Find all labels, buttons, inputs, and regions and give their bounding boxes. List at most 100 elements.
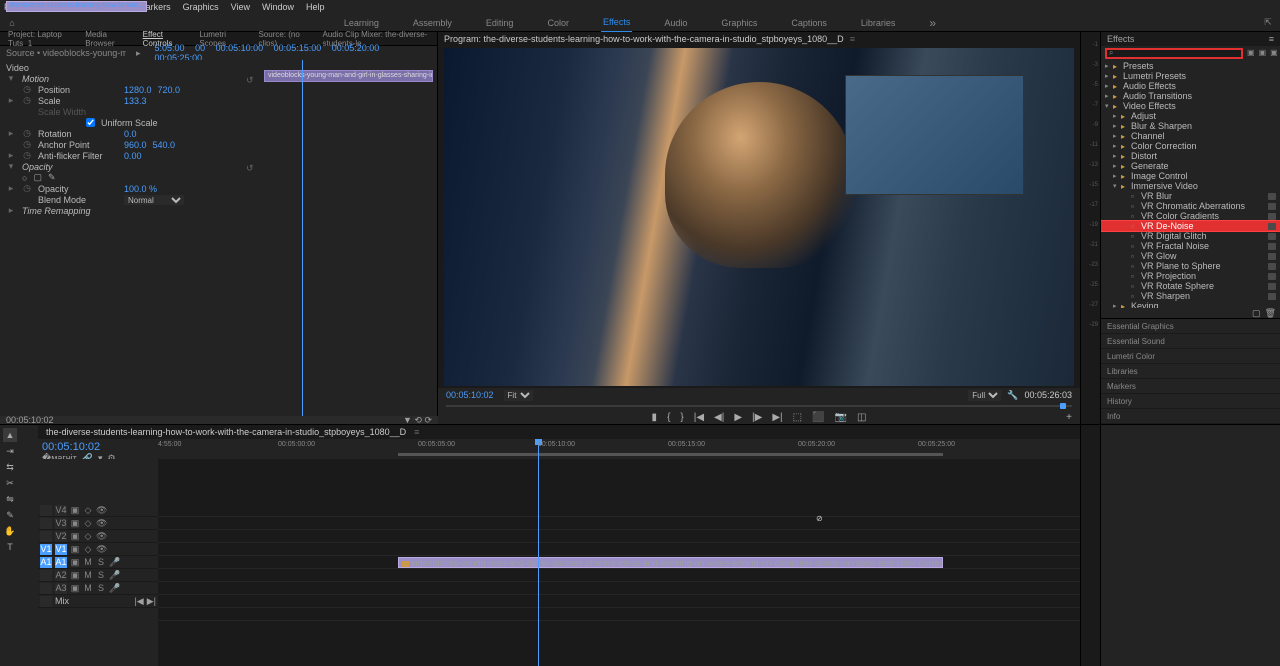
menu-view[interactable]: View bbox=[231, 2, 250, 12]
lift-icon[interactable]: ⬚ bbox=[793, 412, 802, 423]
effects-tree-item[interactable]: ▫VR Fractal Noise bbox=[1101, 241, 1280, 251]
goto-start-icon[interactable]: |◀ bbox=[134, 596, 143, 607]
selection-tool-icon[interactable]: ▲ bbox=[3, 428, 17, 442]
twirl-icon[interactable]: ▾ bbox=[6, 73, 16, 84]
ec-opacity[interactable]: Opacity bbox=[22, 162, 102, 172]
opacity-value[interactable]: 100.0 % bbox=[124, 184, 157, 194]
twirl-icon[interactable]: ▸ bbox=[1105, 82, 1113, 90]
delete-icon[interactable]: 🗑 bbox=[1265, 308, 1276, 318]
effects-tree-item[interactable]: ▸▸Distort bbox=[1101, 151, 1280, 161]
source-patch[interactable] bbox=[40, 583, 52, 594]
solo-icon[interactable]: S bbox=[96, 570, 106, 580]
mute-icon[interactable]: M bbox=[83, 583, 93, 593]
mix-track-header[interactable]: Mix|◀▶| bbox=[38, 595, 158, 608]
play-icon[interactable]: ▶ bbox=[734, 412, 742, 423]
eye-icon[interactable]: 👁 bbox=[96, 531, 106, 542]
track-area[interactable]: videoblocks-young-man-and-girl-in-glasse… bbox=[158, 459, 1080, 666]
ec-time-remap[interactable]: Time Remapping bbox=[22, 206, 102, 216]
menu-graphics[interactable]: Graphics bbox=[183, 2, 219, 12]
program-scrubber[interactable] bbox=[446, 402, 1072, 410]
side-tab[interactable]: History bbox=[1101, 394, 1280, 409]
quick-export-icon[interactable]: ⇱ bbox=[1256, 17, 1280, 28]
side-tab[interactable]: Info bbox=[1101, 409, 1280, 424]
lock-icon[interactable]: ▣ bbox=[70, 531, 80, 542]
track-target[interactable]: V1 bbox=[55, 544, 67, 555]
effects-tree-item[interactable]: ▸▸Keying bbox=[1101, 301, 1280, 308]
twirl-icon[interactable]: ▸ bbox=[1105, 72, 1113, 80]
twirl-icon[interactable]: ▸ bbox=[1113, 142, 1121, 150]
twirl-icon[interactable]: ▸ bbox=[6, 128, 16, 139]
audio-track-header[interactable]: A3▣MS🎤 bbox=[38, 582, 158, 595]
blend-mode-select[interactable]: Normal bbox=[124, 195, 184, 205]
source-patch[interactable]: A1 bbox=[40, 557, 52, 568]
effects-tree-item[interactable]: ▫VR De-Noise bbox=[1101, 221, 1280, 231]
menu-help[interactable]: Help bbox=[306, 2, 325, 12]
work-area-bar[interactable] bbox=[398, 453, 943, 456]
workspace-captions[interactable]: Captions bbox=[789, 14, 829, 32]
voiceover-icon[interactable]: 🎤 bbox=[109, 583, 119, 594]
video-track-header[interactable]: V3▣◇👁 bbox=[38, 517, 158, 530]
ripple-tool-icon[interactable]: ⇆ bbox=[3, 460, 17, 474]
quality-select[interactable]: Full bbox=[968, 390, 1001, 401]
sync-lock-icon[interactable]: ◇ bbox=[83, 531, 93, 542]
lock-icon[interactable]: ▣ bbox=[70, 505, 80, 516]
stopwatch-icon[interactable]: ◷ bbox=[22, 183, 32, 194]
effects-tree-item[interactable]: ▫VR Plane to Sphere bbox=[1101, 261, 1280, 271]
effects-tree-item[interactable]: ▫VR Blur bbox=[1101, 191, 1280, 201]
twirl-icon[interactable]: ▸ bbox=[1113, 172, 1121, 180]
audio-track-header[interactable]: A1A1▣MS🎤 bbox=[38, 556, 158, 569]
goto-in-icon[interactable]: |◀ bbox=[694, 412, 704, 423]
video-clip[interactable]: videoblocks-young-man-and-girl-in-glasse… bbox=[398, 557, 943, 568]
effects-tree-item[interactable]: ▫VR Digital Glitch bbox=[1101, 231, 1280, 241]
twirl-icon[interactable]: ▸ bbox=[1105, 92, 1113, 100]
effects-tree-item[interactable]: ▫VR Chromatic Aberrations bbox=[1101, 201, 1280, 211]
position-x[interactable]: 1280.0 bbox=[124, 85, 152, 95]
sync-lock-icon[interactable]: ◇ bbox=[83, 518, 93, 529]
effects-tree-item[interactable]: ▾▸Immersive Video bbox=[1101, 181, 1280, 191]
ec-motion[interactable]: Motion bbox=[22, 74, 102, 84]
ec-clip-dropdown[interactable]: the-diverse-students-learning-how-to-wor… bbox=[6, 1, 147, 12]
solo-icon[interactable]: S bbox=[96, 557, 106, 567]
effects-tree-item[interactable]: ▸▸Adjust bbox=[1101, 111, 1280, 121]
video-track-header[interactable]: V4▣◇👁 bbox=[38, 504, 158, 517]
eye-icon[interactable]: 👁 bbox=[96, 518, 106, 529]
audio-track-header[interactable]: A2▣MS🎤 bbox=[38, 569, 158, 582]
effects-tree-item[interactable]: ▫VR Color Gradients bbox=[1101, 211, 1280, 221]
side-tab[interactable]: Markers bbox=[1101, 379, 1280, 394]
track-target[interactable]: V3 bbox=[55, 518, 67, 529]
sync-lock-icon[interactable]: ◇ bbox=[83, 505, 93, 516]
side-tab[interactable]: Essential Graphics bbox=[1101, 319, 1280, 334]
track-select-tool-icon[interactable]: ⇥ bbox=[3, 444, 17, 458]
timeline-playhead[interactable] bbox=[538, 459, 539, 666]
scale-value[interactable]: 133.3 bbox=[124, 96, 147, 106]
new-bin-icon[interactable]: ▢ bbox=[1252, 308, 1261, 318]
workspace-color[interactable]: Color bbox=[545, 14, 571, 32]
reset-icon[interactable]: ↺ bbox=[246, 75, 254, 83]
twirl-icon[interactable]: ▸ bbox=[1113, 122, 1121, 130]
effects-tree-item[interactable]: ▸▸Audio Transitions bbox=[1101, 91, 1280, 101]
effects-tree-item[interactable]: ▸▸Audio Effects bbox=[1101, 81, 1280, 91]
razor-tool-icon[interactable]: ✂ bbox=[3, 476, 17, 490]
twirl-icon[interactable]: ▸ bbox=[1113, 112, 1121, 120]
source-patch[interactable] bbox=[40, 531, 52, 542]
effects-tree-item[interactable]: ▸▸Color Correction bbox=[1101, 141, 1280, 151]
button-editor-icon[interactable]: + bbox=[1066, 412, 1072, 423]
ec-keyframe-graph[interactable]: videoblocks-young-man-and-girl-in-glasse… bbox=[260, 60, 437, 416]
yuv-badge-icon[interactable]: ▣ bbox=[1270, 48, 1278, 58]
twirl-icon[interactable]: ▸ bbox=[6, 205, 16, 216]
32bit-badge-icon[interactable]: ▣ bbox=[1259, 48, 1267, 58]
stopwatch-icon[interactable]: ◷ bbox=[22, 139, 32, 150]
eye-icon[interactable]: 👁 bbox=[96, 505, 106, 516]
source-patch[interactable] bbox=[40, 505, 52, 516]
side-tab[interactable]: Libraries bbox=[1101, 364, 1280, 379]
lock-icon[interactable]: ▣ bbox=[70, 518, 80, 529]
sequence-name[interactable]: the-diverse-students-learning-how-to-wor… bbox=[46, 427, 406, 437]
ec-playhead[interactable] bbox=[302, 60, 303, 416]
lock-icon[interactable]: ▣ bbox=[70, 570, 80, 581]
video-track-header[interactable]: V1V1▣◇👁 bbox=[38, 543, 158, 556]
side-tab[interactable]: Lumetri Color bbox=[1101, 349, 1280, 364]
twirl-icon[interactable]: ▸ bbox=[1105, 62, 1113, 70]
twirl-icon[interactable]: ▾ bbox=[1105, 102, 1113, 110]
mask-pen-icon[interactable]: ✎ bbox=[48, 172, 56, 183]
mark-in-icon[interactable]: { bbox=[667, 412, 670, 423]
